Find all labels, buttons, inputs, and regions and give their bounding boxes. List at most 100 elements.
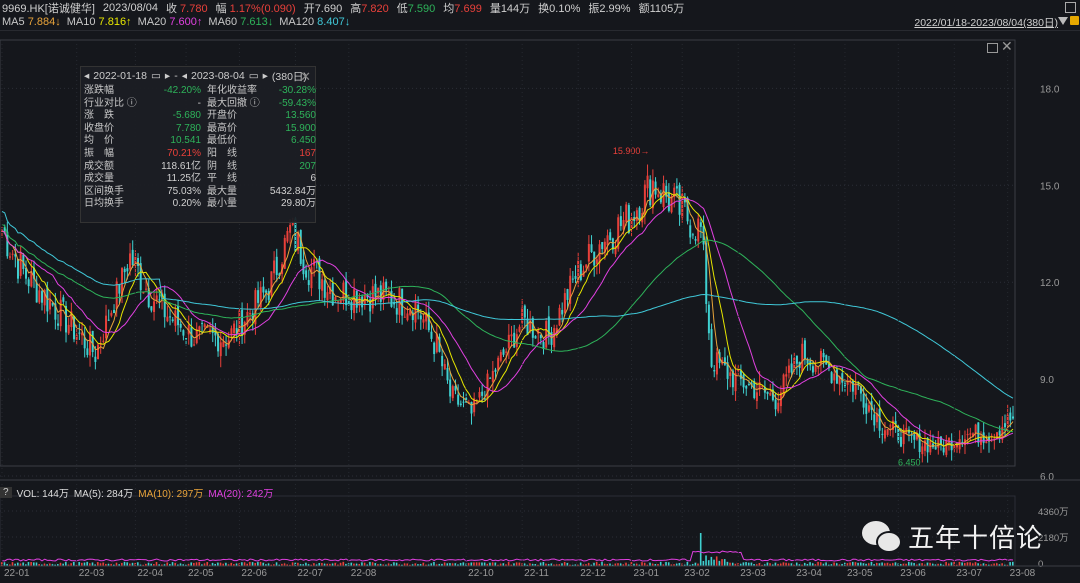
stat-value: -59.43%: [278, 97, 316, 109]
date-tick: 23-01: [634, 568, 660, 579]
volume-bar: [443, 562, 446, 566]
close-chart-icon[interactable]: ✕: [1001, 38, 1013, 55]
avg-value: 7.699: [454, 2, 482, 15]
volume-bar: [945, 561, 947, 566]
volume-bar: [33, 562, 35, 566]
next-end-icon[interactable]: ▸: [263, 70, 268, 82]
volume-bar: [958, 561, 961, 566]
stat-label: 日均换手: [84, 198, 124, 210]
stat-label: 阳 线: [207, 147, 237, 159]
volume-bar: [259, 561, 262, 566]
stat-label: 涨跌幅: [84, 85, 114, 96]
lock-icon[interactable]: [1070, 16, 1079, 25]
amount-value: 1105万: [649, 2, 685, 15]
end-date[interactable]: 2023-08-04: [191, 70, 245, 82]
amplitude-label: 振: [588, 2, 600, 15]
volume-bar: [870, 561, 873, 566]
date-tick: 22-03: [79, 568, 105, 579]
dropdown-arrow-icon[interactable]: [1058, 17, 1068, 25]
volume-bar: [686, 561, 689, 566]
volume-bar: [257, 562, 259, 566]
date-tick: 22-12: [580, 568, 606, 579]
volume-bar: [950, 562, 953, 566]
stat-value: 0.20%: [172, 198, 201, 210]
volume-bar: [83, 562, 86, 566]
ma120-value: 8.407↓: [317, 16, 351, 28]
volume-bar: [833, 562, 835, 566]
stats-row: 涨 跌 -5.680 开盘价 13.560: [81, 110, 316, 123]
open-value: 7.690: [314, 2, 343, 15]
volume-bar: [699, 533, 702, 566]
volume-bar: [851, 561, 854, 566]
volume-bar: [641, 562, 643, 566]
high-label: 高: [350, 2, 362, 15]
symbol[interactable]: 9969.HK[诺诚健华]: [2, 0, 95, 16]
ma60-value: 7.613↓: [240, 16, 274, 28]
volume-bar: [795, 562, 798, 566]
ma120-label: MA120: [279, 16, 315, 28]
volume-bar: [198, 562, 200, 566]
volume-bar: [1012, 561, 1014, 566]
volume-bar: [275, 562, 278, 566]
volume-bar: [507, 562, 510, 566]
close-icon[interactable]: ✕: [300, 69, 311, 85]
maximize-icon[interactable]: [987, 43, 998, 53]
calendar-icon[interactable]: ▭: [151, 70, 161, 82]
volume-bar: [713, 559, 715, 566]
calendar-icon[interactable]: ▭: [249, 70, 259, 82]
volume-bar: [515, 562, 518, 566]
volume-bar: [155, 561, 158, 566]
volume-bar: [782, 562, 785, 566]
volume-bar: [483, 562, 486, 566]
candle: [270, 271, 273, 298]
layout-icon[interactable]: [1065, 2, 1076, 13]
stat-value: 15.900: [285, 122, 316, 134]
stat-value: -5.680: [172, 110, 201, 122]
stats-row: 收盘价 7.780 最高价 15.900: [81, 122, 316, 136]
volume-bar: [27, 562, 30, 566]
volume-bar: [825, 562, 827, 566]
help-icon[interactable]: ?: [0, 487, 12, 498]
next-start-icon[interactable]: ▸: [165, 70, 170, 82]
prev-start-icon[interactable]: ◂: [84, 70, 89, 82]
volume-bar: [667, 562, 670, 566]
stat-value: 13.560: [285, 110, 316, 122]
volume-bar: [910, 562, 913, 566]
volume-bar: [849, 562, 851, 566]
candle: [545, 318, 548, 350]
volume-bar: [539, 562, 542, 566]
date-tick: 22-10: [468, 568, 494, 579]
ma60-label: MA60: [208, 16, 238, 28]
volume-bar: [817, 561, 819, 566]
prev-end-icon[interactable]: ◂: [182, 70, 187, 82]
volume-bar: [750, 562, 753, 566]
volume-bar: [481, 562, 483, 566]
volume-bar: [745, 562, 747, 566]
volume-bar: [473, 562, 475, 566]
stat-label: 行业对比 ⓘ: [84, 97, 137, 109]
volume-label: 量: [489, 2, 501, 15]
start-date[interactable]: 2022-01-18: [93, 70, 147, 82]
date-tick: 22-04: [137, 568, 163, 579]
stat-label: 最低价: [207, 135, 237, 147]
date-tick: 22-06: [241, 568, 267, 579]
stat-label: 振 幅: [84, 147, 114, 159]
date-range-link[interactable]: 2022/01/18-2023/08/04(380日): [914, 15, 1058, 30]
volume-bar: [123, 561, 126, 566]
date-separator: -: [174, 70, 178, 82]
volume-bar: [371, 562, 374, 566]
quote-bar: 9969.HK[诺诚健华] 2023/08/04 收 7.780 幅 1.17%…: [0, 0, 1080, 15]
ma10-label: MA10: [66, 16, 96, 28]
volume-bar: [601, 561, 603, 566]
volume-bar: [126, 562, 128, 566]
volume-bar: [926, 562, 929, 566]
change-label: 幅: [215, 2, 227, 15]
volume-bar: [774, 562, 777, 566]
volume-bar: [707, 560, 710, 566]
date-tick: 23-08: [1010, 568, 1036, 579]
price-tick: 18.0: [1040, 84, 1060, 95]
stats-row: 成交额 118.61亿阴 线 207: [81, 161, 316, 174]
volume-bar: [217, 562, 219, 566]
volume-bar: [907, 561, 910, 566]
amount-label: 额: [638, 2, 650, 15]
